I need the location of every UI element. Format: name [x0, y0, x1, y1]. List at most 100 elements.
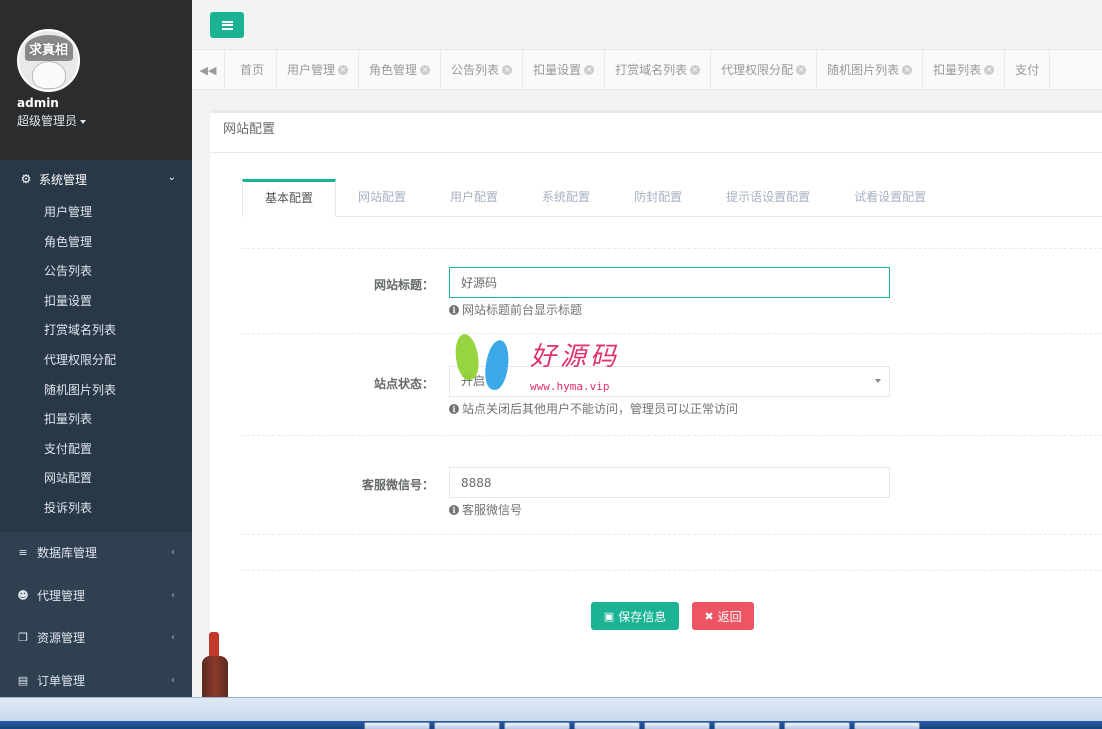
page-tab-agent-permissions[interactable]: 代理权限分配 × [711, 50, 818, 89]
chevron-left-icon: ‹ [171, 589, 175, 601]
sidebar-item-site-config[interactable]: 网站配置 [0, 464, 192, 494]
page-tab-label: 扣量设置 [533, 63, 582, 77]
page-tab-label: 用户管理 [287, 63, 336, 77]
sidebar-item-deduction-settings[interactable]: 扣量设置 [0, 287, 192, 317]
tab-preview-config[interactable]: 试看设置配置 [832, 179, 948, 217]
close-tab-icon[interactable]: × [902, 65, 913, 75]
page-tab-label: 打赏域名列表 [615, 63, 688, 77]
sidebar-item-role-management[interactable]: 角色管理 [0, 228, 192, 258]
info-icon: i [449, 304, 459, 315]
database-icon: ≡ [18, 546, 28, 560]
os-taskbar [0, 697, 1102, 729]
site-status-select[interactable]: 开启 [449, 366, 890, 397]
info-icon: i [449, 403, 459, 414]
wechat-input[interactable] [449, 467, 890, 498]
close-tab-icon[interactable]: × [502, 65, 513, 75]
page-tab-user-management[interactable]: 用户管理 × [277, 50, 360, 89]
sidebar-item-payment-config[interactable]: 支付配置 [0, 435, 192, 465]
taskbar-item[interactable] [364, 722, 430, 729]
tabs-scroll-left-button[interactable]: ◀◀ [192, 50, 225, 89]
double-chevron-left-icon: ◀◀ [199, 63, 217, 77]
sidebar-item-agent-permissions[interactable]: 代理权限分配 [0, 346, 192, 376]
taskbar-item[interactable] [784, 722, 850, 729]
user-role-dropdown[interactable]: 超级管理员 [17, 112, 192, 129]
top-bar [192, 0, 1102, 50]
sidebar-item-deduction-list[interactable]: 扣量列表 [0, 405, 192, 435]
tab-site-config[interactable]: 网站配置 [336, 179, 428, 217]
system-submenu: 用户管理 角色管理 公告列表 扣量设置 打赏域名列表 代理权限分配 随机图片列表… [0, 198, 192, 532]
divider [242, 435, 1102, 436]
users-icon: ☻ [17, 588, 29, 602]
avatar[interactable]: 求真相 [17, 29, 80, 92]
tab-basic-config[interactable]: 基本配置 [242, 179, 337, 217]
close-tab-icon[interactable]: × [584, 65, 595, 75]
gear-icon: ⚙ [20, 172, 32, 186]
page-tab-reward-domain-list[interactable]: 打赏域名列表 × [605, 50, 712, 89]
page-tab-label: 扣量列表 [933, 63, 982, 77]
page-tab-label: 代理权限分配 [721, 63, 794, 77]
page-tab-label: 支付 [1015, 63, 1040, 77]
nav-group-resource[interactable]: ❐ 资源管理 ‹ [0, 617, 192, 660]
back-button[interactable]: ✖ 返回 [692, 602, 754, 630]
nav-group-order[interactable]: ▤ 订单管理 ‹ [0, 659, 192, 697]
nav-group-database-label: 数据库管理 [37, 546, 98, 561]
taskbar-item[interactable] [574, 722, 640, 729]
taskbar-item[interactable] [854, 722, 920, 729]
sidebar-item-complaint-list[interactable]: 投诉列表 [0, 494, 192, 524]
chevron-left-icon: ‹ [171, 632, 175, 644]
config-panel: 网站配置 基本配置 网站配置 用户配置 系统配置 防封配置 提示语设置配置 试看… [210, 110, 1102, 697]
page-tab-random-image-list[interactable]: 随机图片列表 × [817, 50, 924, 89]
page-tab-payment[interactable]: 支付 [1005, 50, 1051, 89]
taskbar-item[interactable] [644, 722, 710, 729]
wechat-label: 客服微信号： [361, 478, 434, 492]
sidebar-item-user-management[interactable]: 用户管理 [0, 198, 192, 228]
close-tab-icon[interactable]: × [984, 65, 995, 75]
close-tab-icon[interactable]: × [338, 65, 349, 75]
username: admin [17, 96, 59, 110]
list-icon: ▤ [17, 673, 29, 687]
panel-title: 网站配置 [210, 113, 1102, 153]
page-tab-home[interactable]: 首页 [225, 50, 278, 89]
nav-group-agent-label: 代理管理 [37, 588, 86, 603]
hamburger-icon [221, 20, 233, 30]
site-title-help: i 网站标题前台显示标题 [449, 301, 582, 318]
nav-group-system[interactable]: ⚙ 系统管理 ⌄ [0, 160, 192, 198]
tab-prompt-config[interactable]: 提示语设置配置 [704, 179, 832, 217]
page-tab-role-management[interactable]: 角色管理 × [359, 50, 442, 89]
sidebar-item-notice-list[interactable]: 公告列表 [0, 257, 192, 287]
divider [242, 570, 1102, 571]
save-button[interactable]: ▣ 保存信息 [591, 602, 679, 630]
page-tab-notice-list[interactable]: 公告列表 × [441, 50, 524, 89]
close-tab-icon[interactable]: × [420, 65, 431, 75]
tab-user-config[interactable]: 用户配置 [428, 179, 520, 217]
site-title-label: 网站标题： [373, 278, 434, 292]
page-tab-deduction-list[interactable]: 扣量列表 × [923, 50, 1006, 89]
wechat-help: i 客服微信号 [449, 501, 522, 518]
avatar-face-shape [32, 61, 66, 89]
nav-group-agent[interactable]: ☻ 代理管理 ‹ [0, 574, 192, 617]
taskbar-item[interactable] [434, 722, 500, 729]
tab-anti-block-config[interactable]: 防封配置 [612, 179, 704, 217]
site-status-help-text: 站点关闭后其他用户不能访问，管理员可以正常访问 [462, 402, 739, 416]
page-tab-deduction-settings[interactable]: 扣量设置 × [523, 50, 606, 89]
taskbar-item[interactable] [504, 722, 570, 729]
sidebar-item-reward-domain-list[interactable]: 打赏域名列表 [0, 316, 192, 346]
page-tab-label: 随机图片列表 [827, 63, 900, 77]
taskbar-item[interactable] [714, 722, 780, 729]
close-tab-icon[interactable]: × [690, 65, 701, 75]
save-icon: ▣ [603, 609, 615, 623]
divider [242, 248, 1102, 249]
close-tab-icon[interactable]: × [796, 65, 807, 75]
sidebar-item-random-image-list[interactable]: 随机图片列表 [0, 376, 192, 406]
menu-toggle-button[interactable] [210, 12, 244, 38]
divider [242, 534, 1102, 535]
close-icon: ✖ [704, 609, 714, 623]
nav-group-database[interactable]: ≡ 数据库管理 ‹ [0, 532, 192, 575]
tab-system-config[interactable]: 系统配置 [520, 179, 612, 217]
site-title-input[interactable] [449, 267, 890, 298]
chevron-left-icon: ‹ [171, 674, 175, 686]
caret-down-icon [80, 119, 87, 124]
chevron-left-icon: ‹ [171, 547, 175, 559]
divider [242, 333, 1102, 334]
user-profile: 求真相 admin 超级管理员 [0, 0, 192, 160]
